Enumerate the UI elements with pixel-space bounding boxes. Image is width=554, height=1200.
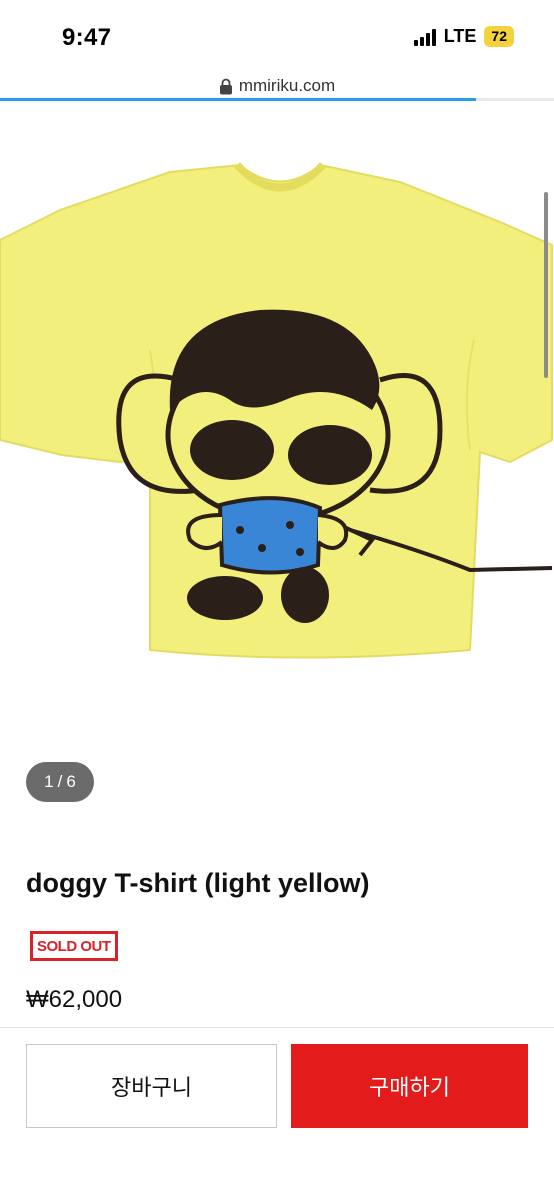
page-load-progress-fill [0,98,477,101]
image-counter-total: 6 [66,772,76,791]
buy-now-button[interactable]: 구매하기 [291,1044,528,1128]
battery-level-badge: 72 [484,26,514,47]
status-time: 9:47 [62,24,112,51]
cellular-signal-icon [413,28,436,46]
image-counter-current: 1 [44,772,54,791]
status-bar: 9:47 LTE 72 [0,0,554,72]
product-image[interactable] [0,110,554,710]
product-price: ₩62,000 [26,986,123,1013]
bottom-bar-divider [0,1027,554,1028]
yellow-tshirt-image [0,162,553,659]
network-type: LTE [443,26,477,46]
image-counter-separator: / [57,772,63,791]
product-title: doggy T-shirt (light yellow) [26,868,370,898]
scroll-indicator[interactable] [544,192,548,378]
page-load-progress [0,98,554,101]
url-text: mmiriku.com [238,76,336,95]
add-to-cart-button[interactable]: 장바구니 [26,1044,277,1128]
lock-icon [219,78,232,94]
image-counter: 1 / 6 [26,762,94,802]
status-indicators: LTE 72 [413,26,514,47]
url-bar[interactable]: mmiriku.com [0,72,554,100]
sold-out-badge: SOLD OUT [30,931,118,961]
